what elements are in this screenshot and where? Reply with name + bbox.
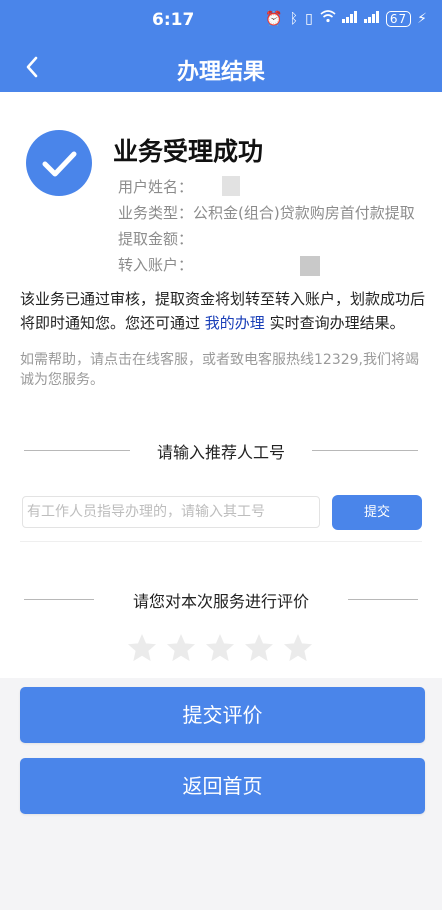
page-title: 办理结果 <box>176 60 265 85</box>
referrer-heading-label: 请输入推荐人工号 <box>144 443 297 462</box>
referrer-heading-row: 请输入推荐人工号 <box>24 439 418 463</box>
star-icon[interactable] <box>204 632 236 664</box>
notice-text-after: 实时查询办理结果。 <box>264 314 405 332</box>
info-row-user-name: 用户姓名： <box>118 176 193 197</box>
charging-icon: ⚡ <box>417 10 428 27</box>
signal-icon <box>341 10 358 27</box>
rating-stars <box>126 632 314 664</box>
bluetooth-icon: ᛒ <box>289 10 300 27</box>
alarm-icon: ⏰ <box>265 10 284 27</box>
referrer-id-input[interactable] <box>22 496 320 528</box>
submit-rating-button[interactable]: 提交评价 <box>20 687 425 743</box>
nav-bar: 办理结果 <box>0 42 442 92</box>
referrer-submit-button[interactable]: 提交 <box>332 495 422 530</box>
result-card: 业务受理成功 用户姓名： 业务类型：公积金(组合)贷款购房首付款提取 提取金额：… <box>0 92 442 678</box>
notice-text: 该业务已通过审核，提取资金将划转至转入账户，划款成功后将即时通知您。您还可通过 … <box>20 287 426 335</box>
info-label: 转入账户： <box>118 256 194 274</box>
star-icon[interactable] <box>126 632 158 664</box>
wifi-icon <box>320 10 336 27</box>
rating-heading-row: 请您对本次服务进行评价 <box>24 588 418 612</box>
divider-line <box>20 541 422 542</box>
status-bar: 6:17 ⏰ ᛒ ▯ 67 ⚡ <box>0 0 442 42</box>
star-icon[interactable] <box>165 632 197 664</box>
info-label: 业务类型： <box>118 204 194 222</box>
info-value: 公积金(组合)贷款购房首付款提取 <box>193 204 415 222</box>
rating-heading: 请您对本次服务进行评价 <box>24 588 418 612</box>
vibrate-icon: ▯ <box>305 10 314 27</box>
redacted-block <box>300 256 320 276</box>
status-time: 6:17 <box>152 10 195 30</box>
result-title: 业务受理成功 <box>113 137 264 166</box>
signal-icon <box>363 10 380 27</box>
success-check-icon <box>26 130 92 196</box>
star-icon[interactable] <box>282 632 314 664</box>
app-header: 6:17 ⏰ ᛒ ▯ 67 ⚡ 办理结果 <box>0 0 442 92</box>
referrer-heading: 请输入推荐人工号 <box>24 439 418 463</box>
info-label: 用户姓名： <box>118 178 194 196</box>
status-icons: ⏰ ᛒ ▯ 67 ⚡ <box>265 10 428 27</box>
battery-indicator: 67 <box>385 10 412 27</box>
help-text: 如需帮助，请点击在线客服，或者致电客服热线12329,我们将竭诚为您服务。 <box>20 352 419 388</box>
info-row-account: 转入账户： <box>118 254 193 275</box>
my-applications-link[interactable]: 我的办理 <box>205 314 265 332</box>
info-row-amount: 提取金额： <box>118 228 193 249</box>
redacted-block <box>222 176 240 196</box>
star-icon[interactable] <box>243 632 275 664</box>
back-home-button[interactable]: 返回首页 <box>20 758 425 814</box>
rating-heading-label: 请您对本次服务进行评价 <box>120 592 321 611</box>
info-label: 提取金额： <box>118 230 194 248</box>
info-row-business-type: 业务类型：公积金(组合)贷款购房首付款提取 <box>118 202 415 223</box>
